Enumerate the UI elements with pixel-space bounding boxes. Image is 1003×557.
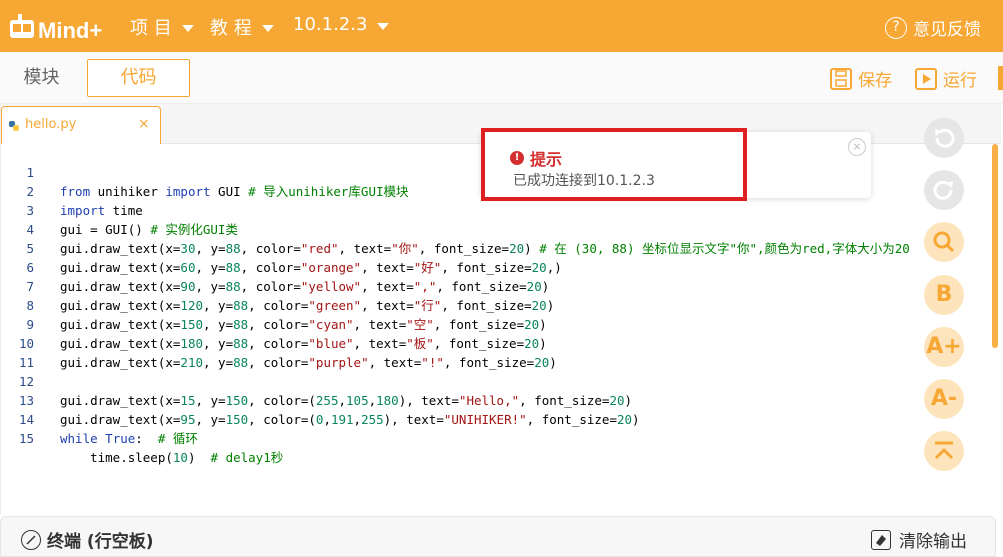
toast-message: 已成功连接到10.1.2.3	[513, 173, 655, 189]
redo-icon	[933, 180, 953, 200]
code-line: 15 time.sleep(10) # delay1秒	[1, 410, 283, 465]
code-line: 13 gui.draw_text(x=95, y=150, color=(0,1…	[1, 372, 640, 427]
chevron-down-icon	[377, 22, 390, 30]
menu-project-label: 项 目	[130, 18, 172, 39]
run-label: 运行	[943, 71, 977, 91]
code-text: from unihiker import GUI # 导入unihiker库GU…	[60, 184, 409, 199]
font-decrease-icon: A-	[930, 386, 958, 411]
python-icon	[9, 121, 19, 131]
code-text: gui.draw_text(x=120, y=88, color="green"…	[60, 298, 555, 313]
code-line: 11	[1, 334, 46, 370]
clear-output-button[interactable]: 清除输出	[871, 527, 967, 552]
close-icon[interactable]: ×	[848, 138, 866, 156]
menu-tutorial[interactable]: 教 程	[210, 14, 274, 40]
to-top-icon	[934, 441, 954, 460]
menu-device-label: 10.1.2.3	[293, 14, 368, 35]
terminal-header[interactable]: 终端 (行空板)	[21, 527, 153, 552]
format-button[interactable]: B	[924, 275, 964, 315]
menu-project[interactable]: 项 目	[130, 14, 194, 40]
code-line: 8 gui.draw_text(x=150, y=88, color="cyan…	[1, 277, 546, 332]
toast-title: ! 提示	[510, 146, 562, 170]
search-button[interactable]	[924, 222, 964, 262]
toolbar-edge-button[interactable]	[998, 66, 1003, 90]
code-text: gui.draw_text(x=180, y=88, color="blue",…	[60, 336, 547, 351]
run-button[interactable]: 运行	[915, 66, 977, 91]
file-tab-label: hello.py	[25, 117, 77, 132]
menu-device[interactable]: 10.1.2.3	[293, 14, 390, 35]
editor-scrollbar[interactable]	[992, 144, 998, 348]
save-label: 保存	[858, 71, 892, 91]
chevron-down-icon	[181, 25, 194, 32]
code-text: time.sleep(10) # delay1秒	[60, 450, 284, 465]
code-text: gui = GUI() # 实例化GUI类	[60, 222, 238, 237]
code-line: 7 gui.draw_text(x=120, y=88, color="gree…	[1, 258, 554, 313]
code-line: 14 while True: # 循环	[1, 391, 198, 446]
mode-toolbar: 模块 代码 保存 运行	[0, 52, 1003, 104]
save-icon	[830, 67, 852, 90]
font-increase-icon: A+	[926, 334, 962, 359]
code-text: gui.draw_text(x=30, y=88, color="red", t…	[60, 241, 910, 256]
code-line: 9 gui.draw_text(x=180, y=88, color="blue…	[1, 296, 546, 351]
code-line: 3 gui = GUI() # 实例化GUI类	[1, 182, 237, 237]
terminal-title: 终端 (行空板)	[47, 532, 154, 552]
font-increase-button[interactable]: A+	[924, 327, 964, 367]
line-number: 15	[18, 431, 34, 446]
font-decrease-button[interactable]: A-	[924, 379, 964, 419]
code-line: 2 import time	[1, 163, 142, 218]
save-button[interactable]: 保存	[830, 66, 892, 91]
code-line: 6 gui.draw_text(x=90, y=88, color="yello…	[1, 239, 549, 294]
format-icon: B	[935, 282, 953, 307]
tab-blocks[interactable]: 模块	[0, 59, 83, 97]
code-text: import time	[60, 203, 143, 218]
svg-text:Mind+: Mind+	[38, 18, 102, 43]
code-text: gui.draw_text(x=150, y=88, color="cyan",…	[60, 317, 547, 332]
code-text: gui.draw_text(x=90, y=88, color="yellow"…	[60, 279, 550, 294]
undo-icon	[935, 128, 955, 148]
code-text: gui.draw_text(x=210, y=88, color="purple…	[60, 355, 557, 370]
play-icon	[915, 67, 937, 90]
mindplus-logo: Mind+	[8, 10, 112, 46]
code-line: 12 gui.draw_text(x=15, y=150, color=(255…	[1, 353, 632, 408]
eraser-icon	[871, 529, 891, 550]
top-bar: Mind+ 项 目 教 程 10.1.2.3 ? 意见反馈	[0, 0, 1003, 52]
chevron-down-icon	[261, 25, 274, 32]
code-text: gui.draw_text(x=60, y=88, color="orange"…	[60, 260, 562, 275]
redo-button[interactable]	[924, 170, 964, 210]
code-text: gui.draw_text(x=95, y=150, color=(0,191,…	[60, 412, 640, 427]
feedback-button[interactable]: ? 意见反馈	[885, 15, 981, 40]
scroll-top-button[interactable]	[924, 431, 964, 471]
feedback-label: 意见反馈	[913, 20, 981, 40]
code-line: 5 gui.draw_text(x=60, y=88, color="orang…	[1, 220, 561, 275]
menu-tutorial-label: 教 程	[210, 18, 252, 39]
clear-output-label: 清除输出	[899, 532, 967, 552]
tab-code[interactable]: 代码	[87, 59, 190, 97]
code-text: while True: # 循环	[60, 431, 198, 446]
code-text: gui.draw_text(x=15, y=150, color=(255,10…	[60, 393, 633, 408]
terminal-panel: 终端 (行空板) 清除输出	[0, 516, 996, 557]
question-icon: ?	[885, 16, 907, 39]
search-icon	[933, 231, 955, 253]
alert-icon: !	[510, 151, 524, 165]
toast-title-label: 提示	[530, 150, 563, 169]
code-line: 4 gui.draw_text(x=30, y=88, color="red",…	[1, 201, 909, 256]
code-line: 10 gui.draw_text(x=210, y=88, color="pur…	[1, 315, 557, 370]
undo-button[interactable]	[924, 118, 964, 158]
link-icon	[21, 529, 41, 550]
close-icon[interactable]: ×	[138, 116, 150, 132]
file-tab-hello[interactable]: hello.py ×	[1, 106, 161, 144]
code-line: 1 from unihiker import GUI # 导入unihiker库…	[1, 144, 408, 199]
